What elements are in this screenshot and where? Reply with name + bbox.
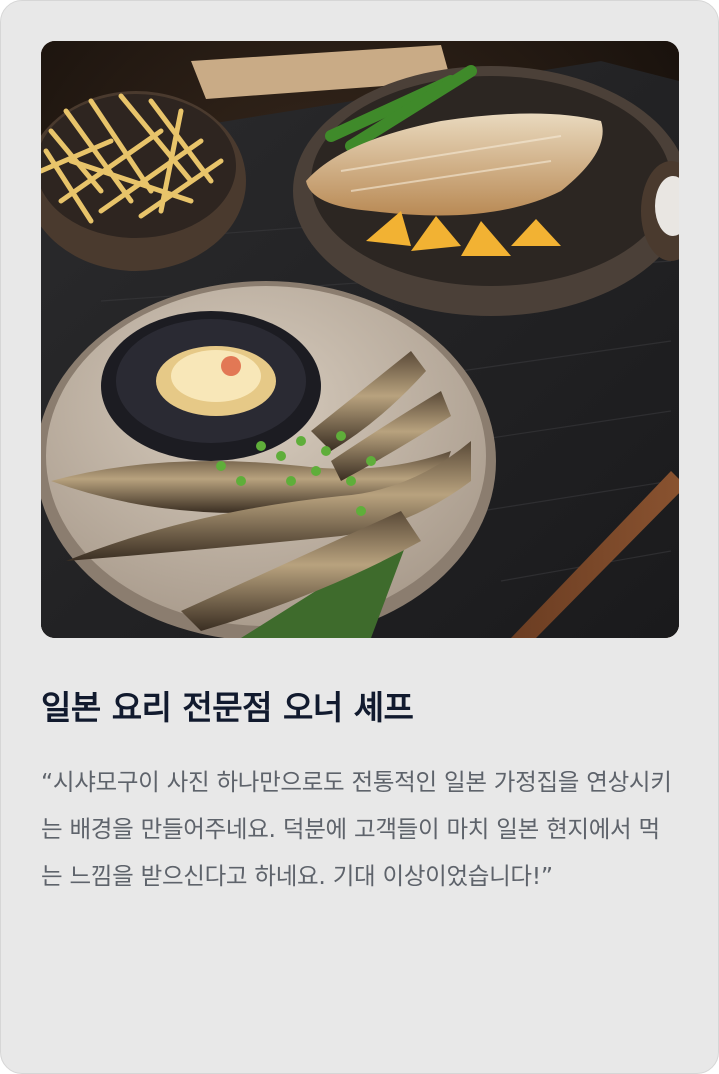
food-photo [41, 41, 679, 638]
reviewer-title: 일본 요리 전문점 오너 셰프 [41, 688, 414, 727]
testimonial-card: 일본 요리 전문점 오너 셰프 “시샤모구이 사진 하나만으로도 전통적인 일본… [0, 0, 719, 1074]
testimonial-quote: “시샤모구이 사진 하나만으로도 전통적인 일본 가정집을 연상시키는 배경을 … [41, 768, 672, 890]
